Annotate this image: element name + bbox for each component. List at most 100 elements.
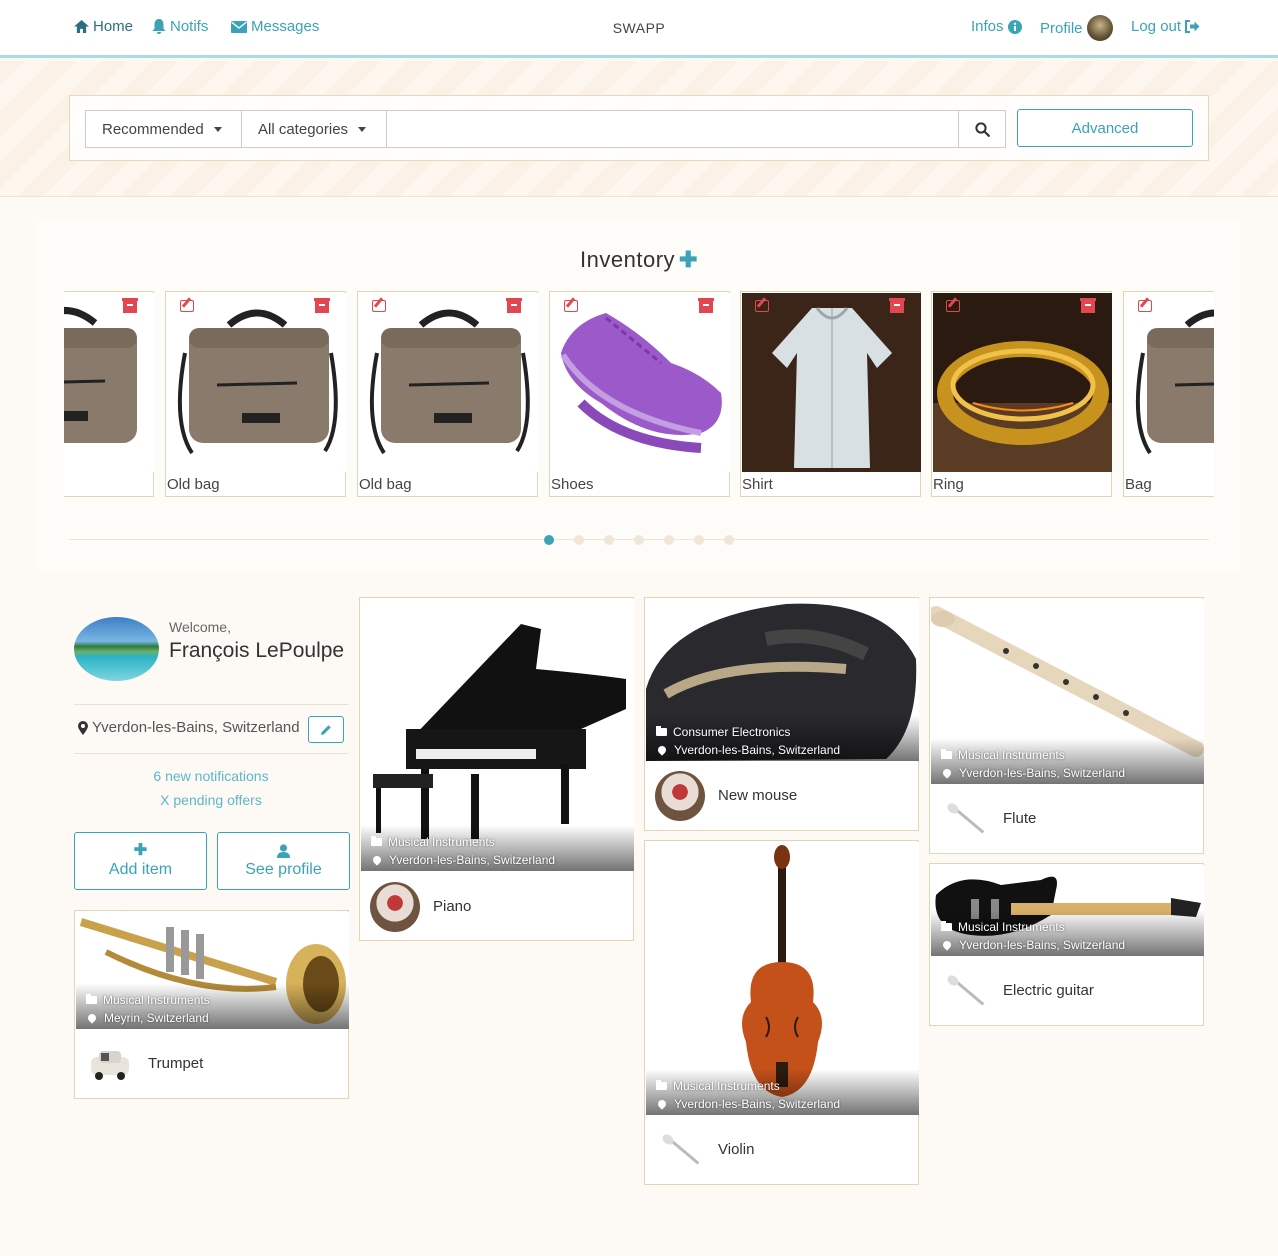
- inventory-item-name: Old bag: [359, 476, 412, 493]
- item-location: Yverdon-les-Bains, Switzerland: [656, 1097, 840, 1111]
- inventory-card[interactable]: Old bag: [357, 291, 538, 497]
- item-category-text: Consumer Electronics: [673, 725, 791, 739]
- item-image-flute: Musical Instruments Yverdon-les-Bains, S…: [931, 599, 1204, 784]
- owner-avatar[interactable]: [940, 966, 990, 1016]
- sort-dropdown[interactable]: Recommended: [85, 110, 242, 148]
- edit-icon[interactable]: [180, 300, 194, 312]
- user-avatar[interactable]: [74, 617, 159, 681]
- nav-profile-link[interactable]: Profile: [1040, 15, 1113, 41]
- edit-icon[interactable]: [755, 300, 769, 312]
- item-card-electric-guitar[interactable]: Musical Instruments Yverdon-les-Bains, S…: [929, 863, 1204, 1026]
- item-name: New mouse: [718, 787, 798, 804]
- inventory-card[interactable]: Shirt: [740, 291, 921, 497]
- map-marker-icon: [86, 1012, 98, 1024]
- owner-avatar[interactable]: [85, 1039, 135, 1089]
- nav-notifs-link[interactable]: Notifs: [152, 18, 208, 35]
- advanced-search-button[interactable]: Advanced: [1017, 109, 1193, 147]
- owner-avatar[interactable]: [370, 882, 420, 932]
- item-card-violin[interactable]: Musical Instruments Yverdon-les-Bains, S…: [644, 840, 919, 1185]
- user-icon: [277, 843, 290, 858]
- carousel-dot[interactable]: [604, 535, 614, 545]
- inventory-item-name: Bag: [1125, 476, 1152, 493]
- owner-avatar[interactable]: [655, 771, 705, 821]
- nav-messages-link[interactable]: Messages: [231, 18, 319, 35]
- owner-avatar[interactable]: [655, 1125, 705, 1175]
- add-inventory-plus-icon[interactable]: ✚: [679, 247, 698, 272]
- brand-text[interactable]: SWAPP: [613, 20, 666, 36]
- carousel-dot[interactable]: [694, 535, 704, 545]
- see-profile-label: See profile: [245, 860, 322, 878]
- delete-icon[interactable]: [314, 298, 330, 313]
- carousel-dot[interactable]: [724, 535, 734, 545]
- bell-icon: [152, 19, 166, 34]
- item-location-text: Yverdon-les-Bains, Switzerland: [389, 853, 556, 867]
- inventory-carousel[interactable]: Old bag Old bag Shoes Shirt Ring Bag: [64, 291, 1214, 497]
- user-location-text: Yverdon-les-Bains, Switzerland: [92, 719, 300, 736]
- item-image-trumpet: Musical Instruments Meyrin, Switzerland: [76, 912, 349, 1029]
- item-image-violin: Musical Instruments Yverdon-les-Bains, S…: [646, 842, 919, 1115]
- inventory-card[interactable]: Ring: [931, 291, 1112, 497]
- item-category-text: Musical Instruments: [958, 920, 1065, 934]
- item-name: Piano: [433, 898, 472, 915]
- item-card-flute[interactable]: Musical Instruments Yverdon-les-Bains, S…: [929, 597, 1204, 854]
- item-category-text: Musical Instruments: [388, 835, 495, 849]
- category-dropdown[interactable]: All categories: [241, 110, 387, 148]
- nav-infos-link[interactable]: Infos: [971, 18, 1022, 35]
- nav-home-link[interactable]: Home: [74, 18, 133, 35]
- item-image-shoes: [551, 293, 730, 472]
- item-category: Musical Instruments: [941, 748, 1065, 762]
- carousel-dot[interactable]: [574, 535, 584, 545]
- nav-logout-link[interactable]: Log out: [1131, 18, 1200, 35]
- inventory-card[interactable]: [64, 291, 154, 497]
- search-input[interactable]: [387, 110, 959, 148]
- plus-icon: ✚: [133, 841, 148, 859]
- item-location: Yverdon-les-Bains, Switzerland: [941, 766, 1125, 780]
- delete-icon[interactable]: [889, 298, 905, 313]
- item-location-text: Yverdon-les-Bains, Switzerland: [959, 938, 1126, 952]
- item-location: Meyrin, Switzerland: [86, 1011, 209, 1025]
- search-icon: [974, 121, 990, 137]
- inventory-card[interactable]: Bag: [1123, 291, 1214, 497]
- item-card-piano[interactable]: Musical Instruments Yverdon-les-Bains, S…: [359, 597, 634, 941]
- item-overlay: Musical Instruments Yverdon-les-Bains, S…: [931, 910, 1204, 956]
- edit-icon[interactable]: [946, 300, 960, 312]
- inventory-card[interactable]: Shoes: [549, 291, 730, 497]
- pending-offers-link[interactable]: X pending offers: [74, 792, 348, 808]
- map-marker-icon: [78, 720, 88, 735]
- item-category: Musical Instruments: [371, 835, 495, 849]
- inventory-card[interactable]: Old bag: [165, 291, 346, 497]
- carousel-dot[interactable]: [634, 535, 644, 545]
- notifications-link[interactable]: 6 new notifications: [74, 768, 348, 784]
- nav-avatar: [1086, 15, 1113, 41]
- edit-location-button[interactable]: [308, 716, 344, 743]
- delete-icon[interactable]: [122, 298, 138, 313]
- logout-icon: [1185, 20, 1200, 33]
- search-button[interactable]: [958, 110, 1006, 148]
- owner-avatar[interactable]: [940, 794, 990, 844]
- envelope-icon: [231, 20, 247, 33]
- item-card-trumpet[interactable]: Musical Instruments Meyrin, Switzerland …: [74, 910, 349, 1099]
- category-dropdown-label: All categories: [258, 120, 349, 138]
- item-location-text: Yverdon-les-Bains, Switzerland: [674, 743, 841, 757]
- edit-icon[interactable]: [372, 300, 386, 312]
- caret-down-icon: [358, 126, 367, 132]
- carousel-dot[interactable]: [544, 535, 554, 545]
- profile-card: Welcome, François LePoulpe Yverdon-les-B…: [74, 598, 350, 898]
- delete-icon[interactable]: [506, 298, 522, 313]
- item-card-new-mouse[interactable]: Consumer Electronics Yverdon-les-Bains, …: [644, 597, 919, 831]
- add-item-button[interactable]: ✚ Add item: [74, 832, 207, 890]
- delete-icon[interactable]: [1080, 298, 1096, 313]
- item-image-mouse: Consumer Electronics Yverdon-les-Bains, …: [646, 599, 919, 761]
- inventory-item-name: Ring: [933, 476, 964, 493]
- delete-icon[interactable]: [698, 298, 714, 313]
- map-marker-icon: [656, 1098, 668, 1110]
- nav-profile-label: Profile: [1040, 19, 1083, 37]
- inventory-item-name: Old bag: [167, 476, 220, 493]
- item-image-bag: [64, 293, 154, 472]
- item-location-text: Meyrin, Switzerland: [104, 1011, 209, 1025]
- see-profile-button[interactable]: See profile: [217, 832, 350, 890]
- carousel-dot[interactable]: [664, 535, 674, 545]
- edit-icon[interactable]: [564, 300, 578, 312]
- nav-notifs-label: Notifs: [170, 18, 209, 35]
- edit-icon[interactable]: [1138, 300, 1152, 312]
